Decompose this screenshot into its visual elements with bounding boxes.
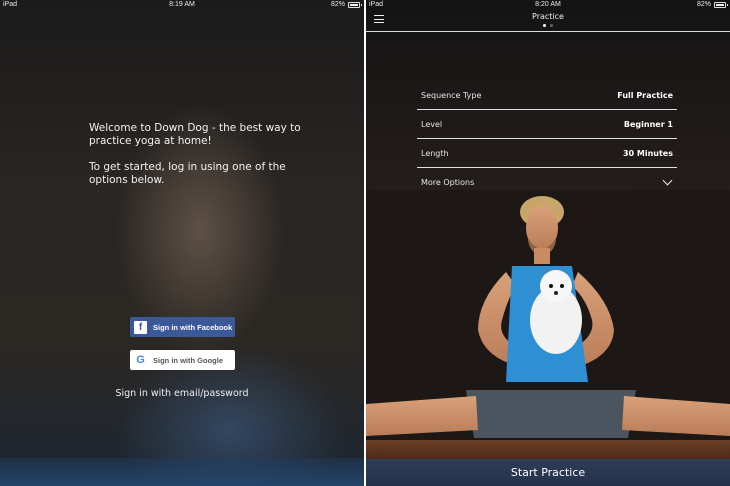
setting-label: Length (421, 148, 449, 158)
yoga-instructor-photo (366, 190, 730, 456)
facebook-signin-button[interactable]: f Sign in with Facebook (130, 317, 235, 337)
setting-label: More Options (421, 178, 475, 187)
login-screen: iPad 8:19 AM 82% Welcome to Down Dog - t… (0, 0, 364, 486)
welcome-message: Welcome to Down Dog - the best way to pr… (89, 122, 301, 147)
practice-screen: iPad 8:20 AM 82% Practice Sequence Type … (366, 0, 730, 486)
battery-indicator: 82% (696, 1, 728, 8)
battery-percent: 82% (330, 1, 345, 8)
page-title: Practice (532, 12, 564, 21)
setting-label: Sequence Type (421, 90, 482, 100)
chevron-down-icon (662, 175, 673, 186)
status-bar: iPad 8:20 AM 82% (366, 0, 730, 10)
clock: 8:20 AM (535, 1, 561, 8)
facebook-icon: f (134, 320, 147, 334)
background-strip (0, 458, 364, 486)
header-divider (366, 31, 730, 32)
battery-indicator: 82% (330, 1, 362, 8)
start-practice-button[interactable]: Start Practice (366, 459, 730, 486)
setting-value: Full Practice (617, 90, 673, 100)
setting-label: Level (421, 119, 443, 129)
page-dot[interactable] (543, 24, 546, 27)
setting-row-more-options[interactable]: More Options (417, 168, 677, 197)
battery-icon (714, 1, 728, 8)
setting-row-level[interactable]: Level Beginner 1 (417, 110, 677, 139)
email-signin-link[interactable]: Sign in with email/password (0, 388, 364, 399)
page-dot[interactable] (550, 24, 553, 27)
battery-icon (348, 1, 362, 8)
google-signin-label: Sign in with Google (153, 355, 223, 365)
page-indicator (366, 24, 730, 27)
battery-percent: 82% (696, 1, 711, 8)
practice-settings: Sequence Type Full Practice Level Beginn… (417, 81, 677, 197)
welcome-text: Welcome to Down Dog - the best way to pr… (89, 122, 304, 200)
status-bar: iPad 8:19 AM 82% (0, 0, 364, 10)
floor (366, 440, 730, 460)
setting-row-length[interactable]: Length 30 Minutes (417, 139, 677, 168)
setting-value: 30 Minutes (622, 148, 673, 158)
login-instructions: To get started, log in using one of the … (89, 161, 286, 186)
clock: 8:19 AM (169, 1, 195, 8)
google-icon: G (136, 354, 145, 366)
facebook-signin-label: Sign in with Facebook (153, 322, 233, 332)
google-signin-button[interactable]: G Sign in with Google (130, 350, 235, 370)
setting-row-sequence-type[interactable]: Sequence Type Full Practice (417, 81, 677, 110)
setting-value: Beginner 1 (623, 119, 673, 129)
